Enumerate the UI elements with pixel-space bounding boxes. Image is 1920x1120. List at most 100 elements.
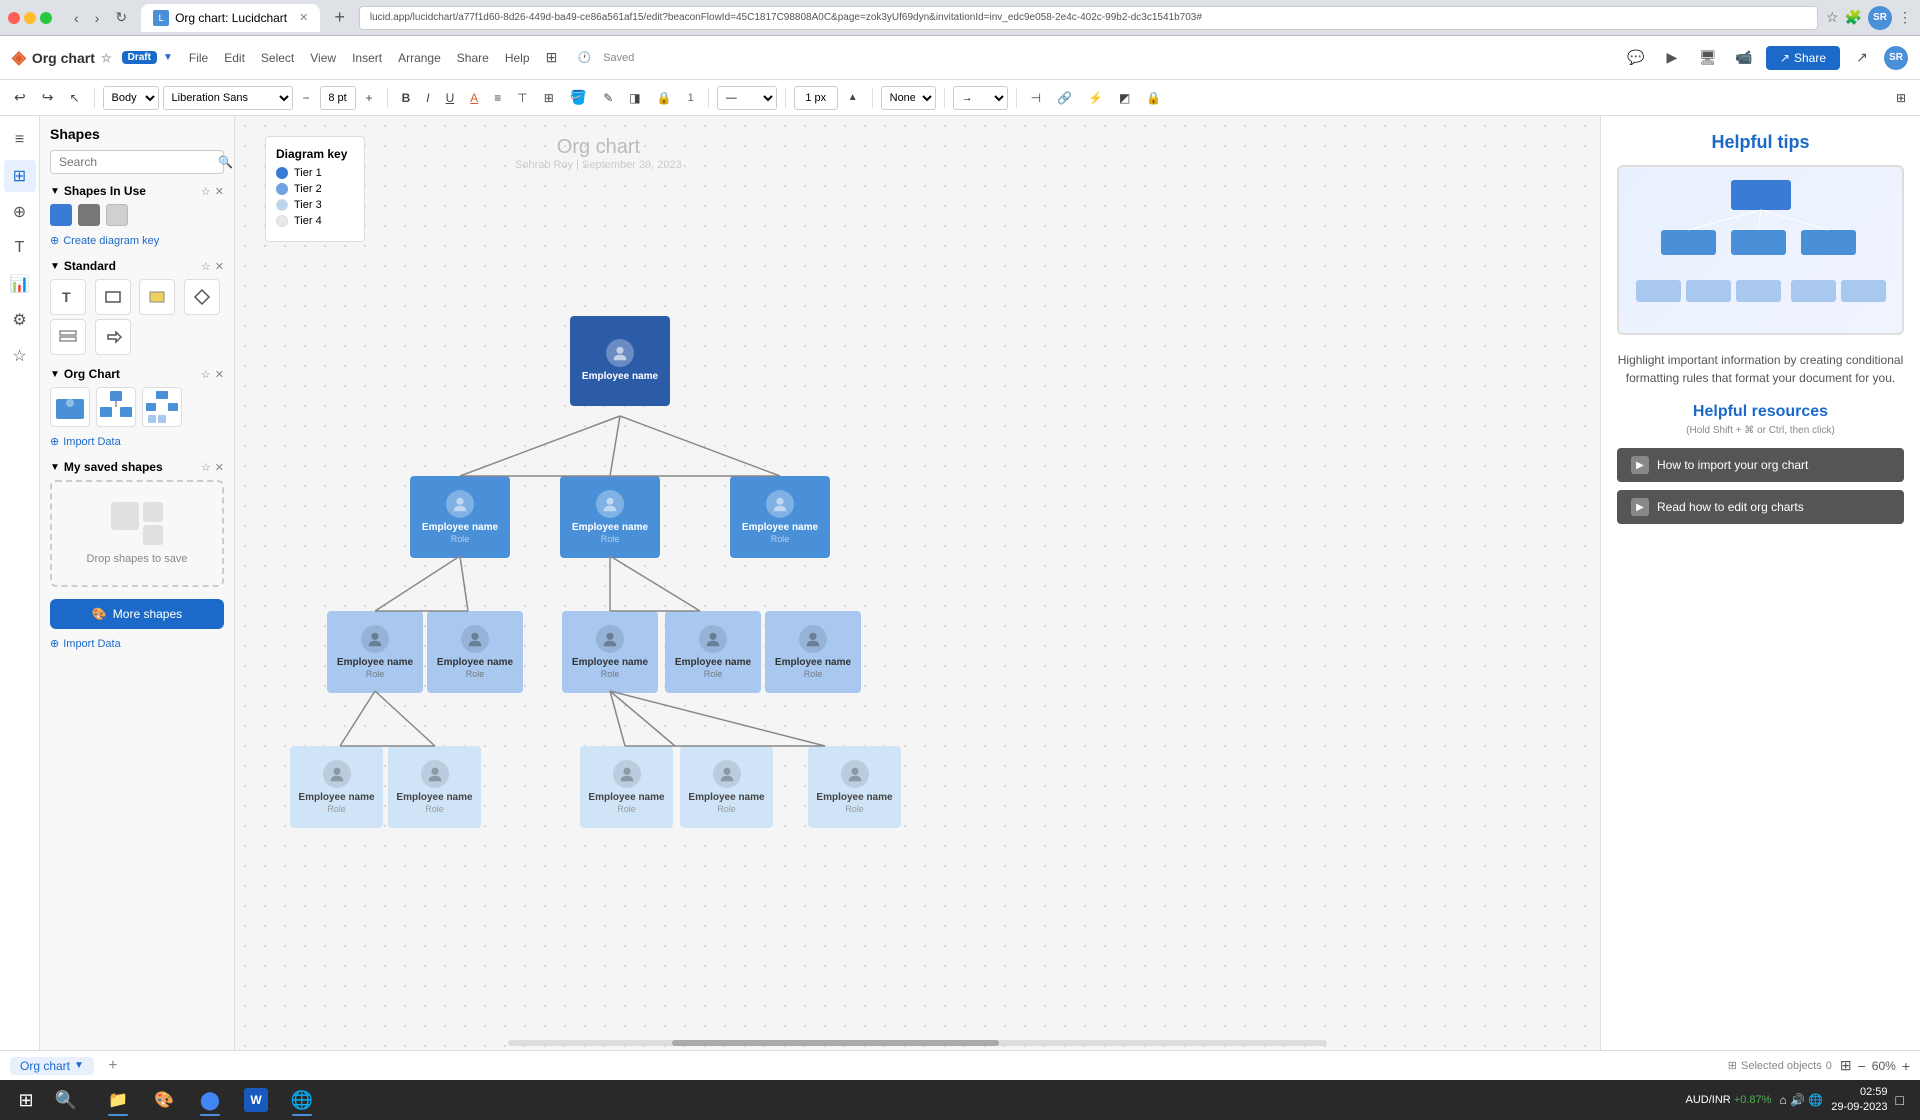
org-node-l2b[interactable]: Employee name Role xyxy=(427,611,523,693)
scrollbar-thumb[interactable] xyxy=(672,1040,1000,1046)
zoom-fit-button[interactable]: ⊞ xyxy=(1840,1057,1852,1074)
canvas-area[interactable]: Diagram key Tier 1 Tier 2 Tier 3 Tier 4 … xyxy=(235,116,1600,1050)
close-window-button[interactable] xyxy=(8,12,20,24)
add-page-button[interactable]: + xyxy=(102,1055,124,1077)
refresh-button[interactable]: ↻ xyxy=(109,7,133,28)
none-select[interactable]: None xyxy=(881,86,936,110)
org-node-l1c[interactable]: Employee name Role xyxy=(730,476,830,558)
minimize-window-button[interactable] xyxy=(24,12,36,24)
sidebar-icon-layers[interactable]: ≡ xyxy=(4,124,36,156)
horizontal-scrollbar[interactable] xyxy=(508,1040,1327,1046)
org-shape-single[interactable] xyxy=(50,387,90,427)
swatch-light[interactable] xyxy=(106,204,128,226)
star-org-btn[interactable]: ☆ xyxy=(201,368,211,381)
comment-icon[interactable]: 💬 xyxy=(1622,44,1650,72)
new-tab-button[interactable]: + xyxy=(328,5,351,30)
org-node-l3a[interactable]: Employee name Role xyxy=(290,746,383,828)
action-button[interactable]: ⚡ xyxy=(1082,86,1109,110)
star-icon[interactable]: ☆ xyxy=(101,51,112,65)
windows-start-button[interactable]: ⊞ xyxy=(8,1082,44,1118)
sidebar-icon-star[interactable]: ☆ xyxy=(4,340,36,372)
import-data-link[interactable]: ⊕ Import Data xyxy=(50,435,224,448)
close-saved-btn[interactable]: ✕ xyxy=(215,461,224,474)
taskbar-app-app1[interactable]: 🎨 xyxy=(142,1082,186,1118)
edit-org-charts-button[interactable]: ▶ Read how to edit org charts xyxy=(1617,490,1904,524)
page-tab-org-chart[interactable]: Org chart ▼ xyxy=(10,1057,94,1075)
org-node-l2d[interactable]: Employee name Role xyxy=(665,611,761,693)
shape-fill-rect[interactable] xyxy=(139,279,175,315)
org-node-l3d[interactable]: Employee name Role xyxy=(680,746,773,828)
share-button[interactable]: ↗ Share xyxy=(1766,46,1840,70)
menu-file[interactable]: File xyxy=(189,51,208,65)
shape-text[interactable]: T xyxy=(50,279,86,315)
arrow-select[interactable]: → xyxy=(953,86,1008,110)
shape-rect[interactable] xyxy=(95,279,131,315)
more-shapes-button[interactable]: 🎨 More shapes xyxy=(50,599,224,629)
lock2-button[interactable]: 🔒 xyxy=(1140,86,1167,110)
redo-button[interactable]: ↪ xyxy=(36,86,60,110)
app-user-avatar[interactable]: SR xyxy=(1884,46,1908,70)
format-button[interactable]: ◩ xyxy=(1113,86,1136,110)
maximize-window-button[interactable] xyxy=(40,12,52,24)
org-node-l1b[interactable]: Employee name Role xyxy=(560,476,660,558)
taskbar-app-chrome[interactable]: ⬤ xyxy=(188,1082,232,1118)
standard-shapes-header[interactable]: ▼ Standard ☆ ✕ xyxy=(50,259,224,273)
zoom-in-button[interactable]: + xyxy=(1902,1058,1910,1074)
menu-insert[interactable]: Insert xyxy=(352,51,382,65)
taskbar-app-explorer[interactable]: 📁 xyxy=(96,1082,140,1118)
import-org-chart-button[interactable]: ▶ How to import your org chart xyxy=(1617,448,1904,482)
group-button[interactable]: ⊞ xyxy=(538,86,560,110)
shapes-in-use-header[interactable]: ▼ Shapes In Use ☆ ✕ xyxy=(50,184,224,198)
org-node-l3e[interactable]: Employee name Role xyxy=(808,746,901,828)
taskbar-app-browser2[interactable]: 🌐 xyxy=(280,1082,324,1118)
shape-arrow[interactable] xyxy=(95,319,131,355)
org-shape-tree-single[interactable] xyxy=(96,387,136,427)
saved-shapes-header[interactable]: ▼ My saved shapes ☆ ✕ xyxy=(50,460,224,474)
org-node-l3c[interactable]: Employee name Role xyxy=(580,746,673,828)
org-chart-header[interactable]: ▼ Org Chart ☆ ✕ xyxy=(50,367,224,381)
line-width-input[interactable] xyxy=(794,86,838,110)
align-button[interactable]: ≡ xyxy=(488,86,507,110)
import-data-bottom-link[interactable]: ⊕ Import Data xyxy=(50,637,224,650)
org-node-l2e[interactable]: Employee name Role xyxy=(765,611,861,693)
font-size-input[interactable] xyxy=(320,86,356,110)
sidebar-icon-automation[interactable]: ⚙ xyxy=(4,304,36,336)
italic-button[interactable]: I xyxy=(420,86,435,110)
extensions-button[interactable]: 🧩 xyxy=(1845,9,1862,26)
star-button[interactable]: ☆ xyxy=(1826,9,1839,26)
share-more-icon[interactable]: ↗ xyxy=(1848,44,1876,72)
search-input[interactable] xyxy=(59,155,214,169)
browser-tab[interactable]: L Org chart: Lucidchart ✕ xyxy=(141,4,320,32)
star-shapes-btn[interactable]: ☆ xyxy=(201,185,211,198)
swatch-blue[interactable] xyxy=(50,204,72,226)
zoom-out-button[interactable]: − xyxy=(1858,1058,1866,1074)
font-size-increase[interactable]: + xyxy=(360,86,379,110)
waypoint-button[interactable]: ⊣ xyxy=(1025,86,1047,110)
page-tab-dropdown[interactable]: ▼ xyxy=(74,1060,84,1071)
menu-arrange[interactable]: Arrange xyxy=(398,51,441,65)
undo-button[interactable]: ↩ xyxy=(8,86,32,110)
shape-diamond[interactable] xyxy=(184,279,220,315)
org-node-l3b[interactable]: Employee name Role xyxy=(388,746,481,828)
org-shape-tree-double[interactable] xyxy=(142,387,182,427)
forward-button[interactable]: › xyxy=(89,7,106,28)
menu-share[interactable]: Share xyxy=(457,51,489,65)
org-node-root[interactable]: Employee name xyxy=(570,316,670,406)
screen-icon[interactable]: 🖥 xyxy=(1694,44,1722,72)
close-standard-btn[interactable]: ✕ xyxy=(215,260,224,273)
font-size-decrease[interactable]: − xyxy=(297,86,316,110)
body-style-select[interactable]: Body xyxy=(103,86,159,110)
shape-list[interactable] xyxy=(50,319,86,355)
menu-select[interactable]: Select xyxy=(261,51,294,65)
cursor-tool[interactable]: ↖ xyxy=(63,86,85,110)
font-color-button[interactable]: A xyxy=(464,86,484,110)
pen-button[interactable]: ✎ xyxy=(597,86,619,110)
grid-icon[interactable]: ⊞ xyxy=(538,44,566,72)
org-node-l2a[interactable]: Employee name Role xyxy=(327,611,423,693)
taskbar-app-word[interactable]: W xyxy=(234,1082,278,1118)
sidebar-icon-data[interactable]: 📊 xyxy=(4,268,36,300)
more-options-button[interactable]: ⊞ xyxy=(1890,86,1912,110)
menu-help[interactable]: Help xyxy=(505,51,530,65)
link-button[interactable]: 🔗 xyxy=(1051,86,1078,110)
star-standard-btn[interactable]: ☆ xyxy=(201,260,211,273)
